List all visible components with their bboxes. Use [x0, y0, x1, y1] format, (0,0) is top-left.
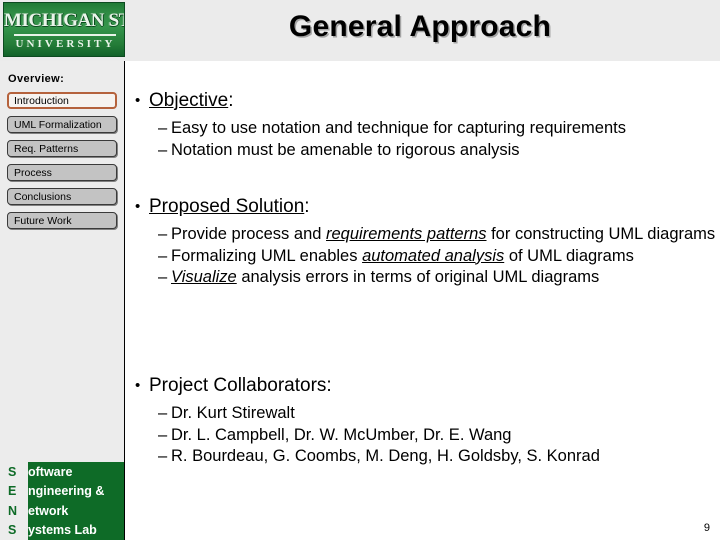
bullet-icon: •	[135, 198, 141, 215]
logo-divider-rule	[14, 34, 116, 36]
collaborator-text: Dr. L. Campbell, Dr. W. McUmber, Dr. E. …	[171, 425, 512, 444]
objective-section: • Objective: – Easy to use notation and …	[125, 89, 720, 160]
objective-sub-item: – Notation must be amenable to rigorous …	[125, 140, 720, 161]
sidebar-item-process[interactable]: Process	[7, 164, 117, 181]
dash-icon: –	[158, 268, 168, 286]
page-title: General Approach	[288, 10, 552, 43]
msu-university-text: UNIVERSITY	[15, 38, 116, 50]
objective-heading: Objective:	[149, 89, 720, 112]
sub2-post: of UML diagrams	[504, 246, 634, 265]
sidebar-item-req-patterns[interactable]: Req. Patterns	[7, 140, 117, 157]
dash-icon: –	[158, 425, 168, 444]
proposed-solution-heading-row: • Proposed Solution:	[125, 195, 720, 218]
collaborator-text: R. Bourdeau, G. Coombs, M. Deng, H. Gold…	[171, 447, 600, 465]
sidebar-item-label: Future Work	[14, 214, 72, 227]
dash-icon: –	[158, 140, 168, 159]
sub2-emphasis: automated analysis	[362, 246, 505, 265]
collaborator-item: – Dr. L. Campbell, Dr. W. McUmber, Dr. E…	[125, 425, 720, 446]
proposed-solution-sub-text: Formalizing UML enables automated analys…	[171, 246, 720, 267]
collaborator-item: – R. Bourdeau, G. Coombs, M. Deng, H. Go…	[125, 446, 720, 467]
msu-logo: MICHIGAN STATE UNIVERSITY	[3, 2, 125, 57]
sidebar-item-label: Introduction	[14, 94, 69, 107]
collaborators-section: • Project Collaborators: – Dr. Kurt Stir…	[125, 374, 720, 467]
sens-row: S ystems Lab	[5, 521, 124, 540]
objective-heading-row: • Objective:	[125, 89, 720, 112]
dash-icon: –	[158, 404, 168, 422]
objective-heading-colon: :	[228, 90, 234, 111]
sens-initial: S	[8, 464, 17, 479]
collaborator-item: – Dr. Kurt Stirewalt	[125, 403, 720, 424]
sub1-pre: Provide process and	[171, 225, 327, 243]
proposed-solution-sub-text: Provide process and requirements pattern…	[171, 224, 720, 245]
collaborators-heading-row: • Project Collaborators:	[125, 374, 720, 397]
sidebar-item-introduction[interactable]: Introduction	[7, 92, 117, 109]
sidebar-item-label: UML Formalization	[14, 118, 102, 131]
sub1-post: for constructing UML diagrams	[486, 225, 716, 243]
sub3-emphasis: Visualize	[171, 268, 237, 286]
collaborators-heading: Project Collaborators:	[149, 374, 720, 397]
proposed-solution-heading: Proposed Solution:	[149, 195, 720, 218]
sidebar-item-future-work[interactable]: Future Work	[7, 212, 117, 229]
proposed-solution-heading-text: Proposed Solution	[149, 196, 305, 217]
collaborator-text: Dr. Kurt Stirewalt	[171, 404, 295, 422]
sens-initial: S	[8, 523, 17, 538]
objective-sub-item: – Easy to use notation and technique for…	[125, 118, 720, 139]
sidebar-nav-list: Introduction UML Formalization Req. Patt…	[7, 92, 117, 236]
sens-word: etwork	[28, 503, 69, 518]
proposed-solution-sub-text: Visualize analysis errors in terms of or…	[171, 267, 720, 288]
sens-lab-logo: S oftware E ngineering & N etwork S yste…	[5, 462, 124, 540]
sidebar-item-label: Conclusions	[14, 190, 72, 203]
sub1-emphasis: requirements patterns	[326, 225, 487, 243]
sub2-pre: Formalizing UML enables	[171, 246, 363, 265]
dash-icon: –	[158, 447, 168, 465]
msu-wordmark-text: MICHIGAN STATE	[4, 10, 124, 31]
dash-icon: –	[158, 119, 168, 137]
proposed-solution-sub-item: – Provide process and requirements patte…	[125, 224, 720, 245]
sidebar-item-uml-formalization[interactable]: UML Formalization	[7, 116, 117, 133]
proposed-solution-sub-item: – Formalizing UML enables automated anal…	[125, 246, 720, 267]
sidebar-heading: Overview:	[8, 73, 65, 85]
proposed-solution-heading-colon: :	[304, 196, 310, 217]
sens-initial: E	[8, 484, 17, 499]
page-number: 9	[703, 522, 710, 534]
sens-word: ystems Lab	[28, 523, 97, 538]
bullet-icon: •	[135, 377, 141, 394]
sens-row: E ngineering &	[5, 482, 124, 502]
sens-row: N etwork	[5, 501, 124, 521]
sens-initial: N	[8, 503, 18, 518]
sens-word: oftware	[28, 464, 73, 479]
sidebar-item-conclusions[interactable]: Conclusions	[7, 188, 117, 205]
objective-sub-text: Easy to use notation and technique for c…	[171, 119, 626, 137]
collaborators-heading-text: Project Collaborators	[149, 375, 327, 396]
dash-icon: –	[158, 225, 168, 243]
sidebar-item-label: Req. Patterns	[14, 142, 79, 155]
proposed-solution-section: • Proposed Solution: – Provide process a…	[125, 195, 720, 288]
proposed-solution-sub-item: – Visualize analysis errors in terms of …	[125, 267, 720, 288]
sens-row: S oftware	[5, 462, 124, 482]
sub3-post: analysis errors in terms of original UML…	[236, 268, 600, 286]
bullet-icon: •	[135, 92, 141, 109]
sens-word: ngineering &	[28, 484, 105, 499]
collaborators-heading-colon: :	[326, 375, 332, 396]
slide-content: • Objective: – Easy to use notation and …	[125, 61, 720, 540]
sidebar-item-label: Process	[14, 166, 52, 179]
objective-sub-text: Notation must be amenable to rigorous an…	[171, 140, 520, 159]
objective-heading-text: Objective	[149, 90, 229, 111]
slide: MICHIGAN STATE UNIVERSITY General Approa…	[0, 0, 720, 540]
dash-icon: –	[158, 246, 168, 265]
